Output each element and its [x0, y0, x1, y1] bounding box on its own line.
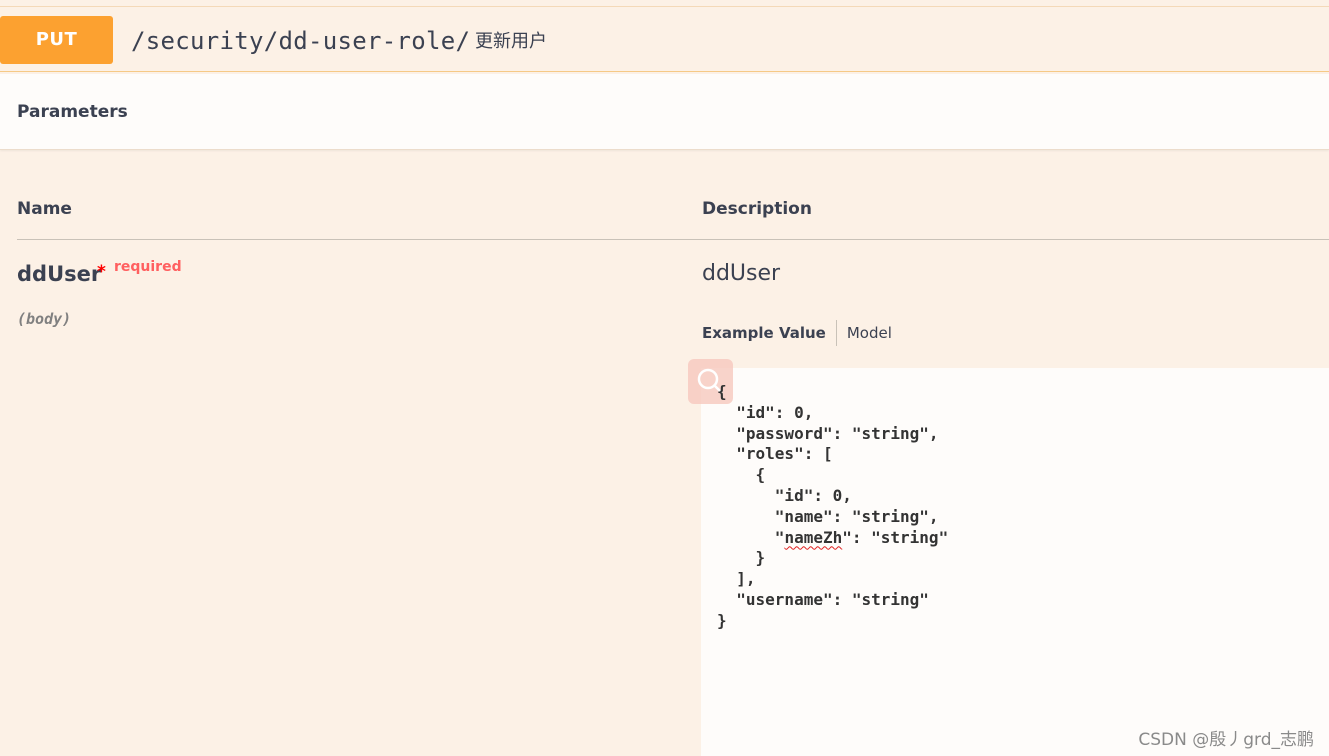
column-header-description: Description [702, 199, 812, 219]
code-line: } [717, 548, 766, 568]
code-line-namezh: "nameZh": "string" [717, 527, 949, 547]
operation-path: /security/dd-user-role/ [131, 27, 471, 55]
parameter-description: ddUser [702, 261, 781, 286]
code-line: } [717, 610, 727, 630]
required-star: * [97, 262, 106, 282]
watermark: CSDN @殷丿grd_志鹏 [1138, 730, 1314, 750]
code-line: { [717, 465, 766, 485]
code-line: "password": "string", [717, 423, 939, 443]
required-label: required [114, 259, 182, 275]
operation-description: 更新用户 [475, 31, 547, 52]
code-line: ], [717, 569, 756, 589]
swagger-operation-panel: PUT /security/dd-user-role/ 更新用户 Paramet… [0, 0, 1329, 756]
operation-summary[interactable]: PUT /security/dd-user-role/ 更新用户 [0, 6, 1329, 72]
code-line: "username": "string" [717, 589, 929, 609]
code-line: { [717, 382, 727, 401]
example-json[interactable]: { "id": 0, "password": "string", "roles"… [717, 382, 948, 632]
code-line: "id": 0, [717, 485, 852, 505]
parameters-title: Parameters [17, 102, 128, 122]
parameter-name: ddUser [17, 262, 102, 286]
header-divider [17, 239, 1329, 240]
tab-example-value[interactable]: Example Value [702, 324, 836, 342]
example-model-tabs: Example Value Model [702, 320, 892, 346]
parameter-location: (body) [17, 310, 72, 328]
spellcheck-underline: nameZh [784, 527, 843, 547]
parameters-header: Parameters [0, 74, 1329, 150]
tab-model[interactable]: Model [837, 324, 892, 342]
code-line: "roles": [ [717, 444, 833, 464]
column-header-name: Name [17, 199, 72, 219]
code-line: "id": 0, [717, 402, 814, 422]
code-line: "name": "string", [717, 506, 939, 526]
method-badge: PUT [0, 16, 113, 64]
